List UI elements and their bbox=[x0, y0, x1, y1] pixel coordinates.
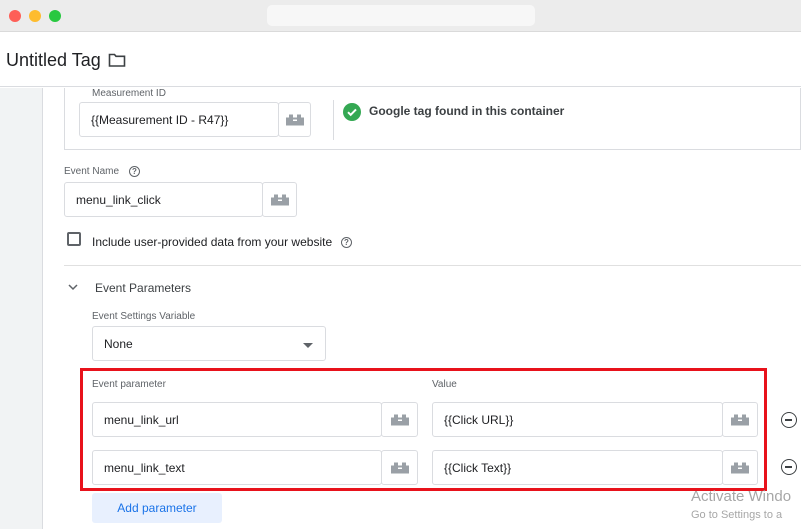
event-name-value: menu_link_click bbox=[76, 192, 161, 207]
divider bbox=[64, 265, 801, 266]
address-bar[interactable] bbox=[267, 5, 535, 26]
side-gutter bbox=[0, 88, 42, 529]
activation-watermark-subtext: Go to Settings to a bbox=[691, 509, 783, 521]
parameter-name-value: menu_link_url bbox=[104, 412, 179, 427]
parameter-name-input[interactable]: menu_link_text bbox=[92, 450, 382, 485]
maximize-window-button[interactable] bbox=[49, 10, 61, 22]
parameter-name-variable-button[interactable] bbox=[381, 402, 418, 437]
parameter-value-value: {{Click Text}} bbox=[444, 460, 512, 475]
parameter-value-value: {{Click URL}} bbox=[444, 412, 514, 427]
event-settings-variable-label: Event Settings Variable bbox=[92, 311, 196, 322]
remove-row-icon[interactable] bbox=[781, 412, 797, 428]
measurement-id-input[interactable]: {{Measurement ID - R47}} bbox=[79, 102, 279, 137]
dropdown-caret-icon bbox=[303, 343, 313, 348]
event-name-input[interactable]: menu_link_click bbox=[64, 182, 263, 217]
check-circle-icon bbox=[343, 103, 361, 121]
measurement-id-value: {{Measurement ID - R47}} bbox=[91, 112, 229, 127]
event-parameters-title[interactable]: Event Parameters bbox=[95, 281, 191, 295]
event-settings-variable-select[interactable]: None bbox=[92, 326, 326, 361]
event-name-variable-button[interactable] bbox=[262, 182, 297, 217]
parameter-name-value: menu_link_text bbox=[104, 460, 185, 475]
google-tag-status: Google tag found in this container bbox=[369, 104, 565, 118]
parameter-name-variable-button[interactable] bbox=[381, 450, 418, 485]
value-column-label: Value bbox=[432, 379, 457, 390]
user-data-checkbox[interactable] bbox=[67, 232, 81, 246]
remove-row-icon[interactable] bbox=[781, 459, 797, 475]
minimize-window-button[interactable] bbox=[29, 10, 41, 22]
close-window-button[interactable] bbox=[9, 10, 21, 22]
help-icon[interactable]: ? bbox=[129, 166, 140, 177]
divider bbox=[333, 100, 334, 140]
activation-watermark: Activate Windo bbox=[691, 488, 792, 505]
variable-brick-icon bbox=[731, 414, 749, 425]
chevron-down-icon[interactable] bbox=[68, 284, 78, 291]
tag-title[interactable]: Untitled Tag bbox=[6, 50, 101, 71]
variable-brick-icon bbox=[390, 414, 409, 425]
folder-icon[interactable] bbox=[108, 52, 126, 68]
parameter-value-input[interactable]: {{Click Text}} bbox=[432, 450, 723, 485]
event-name-label: Event Name bbox=[64, 166, 120, 177]
event-parameter-column-label: Event parameter bbox=[92, 379, 166, 390]
add-parameter-button[interactable]: Add parameter bbox=[92, 493, 222, 523]
window-titlebar bbox=[0, 0, 801, 32]
user-data-label: Include user-provided data from your web… bbox=[92, 235, 333, 249]
parameter-value-input[interactable]: {{Click URL}} bbox=[432, 402, 723, 437]
measurement-id-label: Measurement ID bbox=[92, 88, 166, 99]
variable-brick-icon bbox=[285, 114, 304, 125]
variable-brick-icon bbox=[731, 462, 749, 473]
help-icon[interactable]: ? bbox=[341, 237, 352, 248]
parameter-value-variable-button[interactable] bbox=[722, 402, 758, 437]
variable-brick-icon bbox=[390, 462, 409, 473]
parameter-value-variable-button[interactable] bbox=[722, 450, 758, 485]
measurement-id-variable-button[interactable] bbox=[278, 102, 311, 137]
event-settings-variable-value: None bbox=[104, 337, 133, 351]
variable-brick-icon bbox=[270, 194, 289, 205]
tag-header: Untitled Tag bbox=[0, 33, 801, 87]
parameter-name-input[interactable]: menu_link_url bbox=[92, 402, 382, 437]
